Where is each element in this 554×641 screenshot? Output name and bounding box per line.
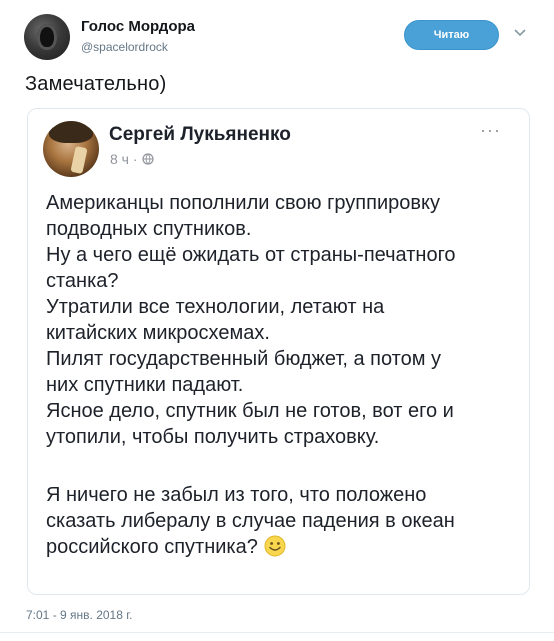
- post-line: Ясное дело, спутник был не готов, вот ег…: [46, 400, 454, 422]
- post-line: Ну а чего ещё ожидать от страны-печатног…: [46, 244, 456, 266]
- post-author-name: Сергей Лукьяненко: [109, 124, 291, 145]
- post-line: них спутники падают.: [46, 374, 244, 396]
- post-line: Я ничего не забыл из того, что положено: [46, 484, 427, 506]
- post-author-avatar: [43, 121, 99, 177]
- smiley-emoji-icon: [264, 535, 286, 557]
- post-line: сказать либералу в случае падения в океа…: [46, 510, 455, 532]
- author-avatar[interactable]: [24, 14, 70, 60]
- follow-button[interactable]: Читаю: [404, 20, 499, 50]
- post-body: Американцы пополнили свою группировку по…: [46, 190, 521, 560]
- globe-icon: [141, 153, 154, 165]
- divider: [0, 632, 554, 633]
- post-line: Утратили все технологии, летают на: [46, 296, 385, 318]
- post-line-text: российского спутника?: [46, 536, 258, 558]
- post-line: подводных спутников.: [46, 218, 252, 240]
- tweet-timestamp[interactable]: 7:01 - 9 янв. 2018 г.: [26, 608, 132, 622]
- post-line: станка?: [46, 270, 119, 292]
- post-time: 8 ч ·: [110, 151, 138, 167]
- post-more-menu: ···: [480, 120, 501, 140]
- tweet-text: Замечательно): [25, 73, 167, 95]
- author-name[interactable]: Голос Мордора: [81, 18, 195, 35]
- chevron-down-icon[interactable]: [512, 24, 528, 40]
- post-line: китайских микросхемах.: [46, 322, 270, 344]
- author-handle[interactable]: @spacelordrock: [81, 40, 168, 54]
- post-line: Американцы пополнили свою группировку: [46, 192, 440, 214]
- post-line-last: российского спутника?: [46, 534, 521, 560]
- post-meta: 8 ч ·: [110, 151, 154, 167]
- post-line: Пилят государственный бюджет, а потом у: [46, 348, 442, 370]
- post-line: утопили, чтобы получить страховку.: [46, 426, 380, 448]
